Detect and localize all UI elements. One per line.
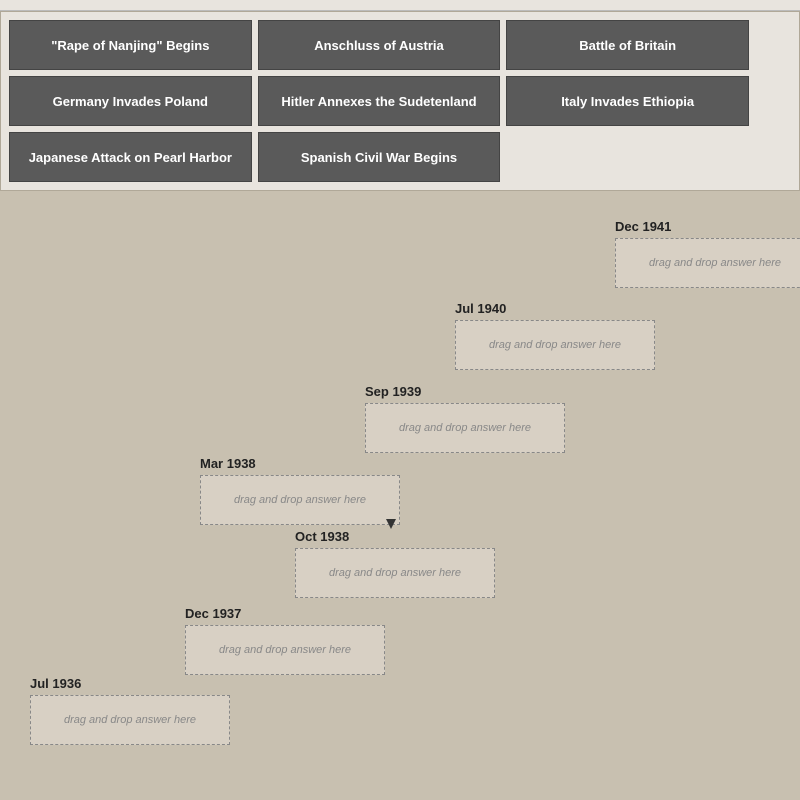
item-card-battle-of-britain[interactable]: Battle of Britain (506, 20, 749, 70)
item-card-italy-invades-ethiopia[interactable]: Italy Invades Ethiopia (506, 76, 749, 126)
timeline-entry-dec-1937: Dec 1937 drag and drop answer here (185, 606, 385, 675)
timeline-label-dec-1937: Dec 1937 (185, 606, 385, 621)
timeline-label-oct-1938: Oct 1938 (295, 529, 495, 544)
item-card-hitler-annexes[interactable]: Hitler Annexes the Sudetenland (258, 76, 501, 126)
timeline-label-mar-1938: Mar 1938 (200, 456, 400, 471)
timeline-label-jul-1936: Jul 1936 (30, 676, 230, 691)
drop-zone-sep-1939[interactable]: drag and drop answer here (365, 403, 565, 453)
drop-zone-jul-1936[interactable]: drag and drop answer here (30, 695, 230, 745)
timeline-entry-mar-1938: Mar 1938 drag and drop answer here (200, 456, 400, 525)
timeline-label-dec-1941: Dec 1941 (615, 219, 800, 234)
timeline-area: Dec 1941drag and drop answer hereJul 194… (0, 201, 800, 771)
item-card-spanish-civil-war[interactable]: Spanish Civil War Begins (258, 132, 501, 182)
item-bank-header (0, 0, 800, 11)
timeline-label-jul-1940: Jul 1940 (455, 301, 655, 316)
timeline-entry-jul-1940: Jul 1940 drag and drop answer here (455, 301, 655, 370)
cursor-indicator (386, 519, 396, 529)
timeline-entry-jul-1936: Jul 1936 drag and drop answer here (30, 676, 230, 745)
item-card-anschluss-austria[interactable]: Anschluss of Austria (258, 20, 501, 70)
item-card-japanese-attack[interactable]: Japanese Attack on Pearl Harbor (9, 132, 252, 182)
item-bank-container: "Rape of Nanjing" BeginsAnschluss of Aus… (0, 11, 800, 191)
drop-zone-mar-1938[interactable]: drag and drop answer here (200, 475, 400, 525)
drop-zone-dec-1937[interactable]: drag and drop answer here (185, 625, 385, 675)
drop-zone-dec-1941[interactable]: drag and drop answer here (615, 238, 800, 288)
timeline-label-sep-1939: Sep 1939 (365, 384, 565, 399)
item-card-germany-invades-poland[interactable]: Germany Invades Poland (9, 76, 252, 126)
timeline-entry-oct-1938: Oct 1938 drag and drop answer here (295, 529, 495, 598)
timeline-entry-dec-1941: Dec 1941 drag and drop answer here (615, 219, 800, 288)
timeline-entry-sep-1939: Sep 1939 drag and drop answer here (365, 384, 565, 453)
item-bank-grid: "Rape of Nanjing" BeginsAnschluss of Aus… (9, 20, 749, 182)
item-card-rape-of-nanjing[interactable]: "Rape of Nanjing" Begins (9, 20, 252, 70)
drop-zone-oct-1938[interactable]: drag and drop answer here (295, 548, 495, 598)
drop-zone-jul-1940[interactable]: drag and drop answer here (455, 320, 655, 370)
